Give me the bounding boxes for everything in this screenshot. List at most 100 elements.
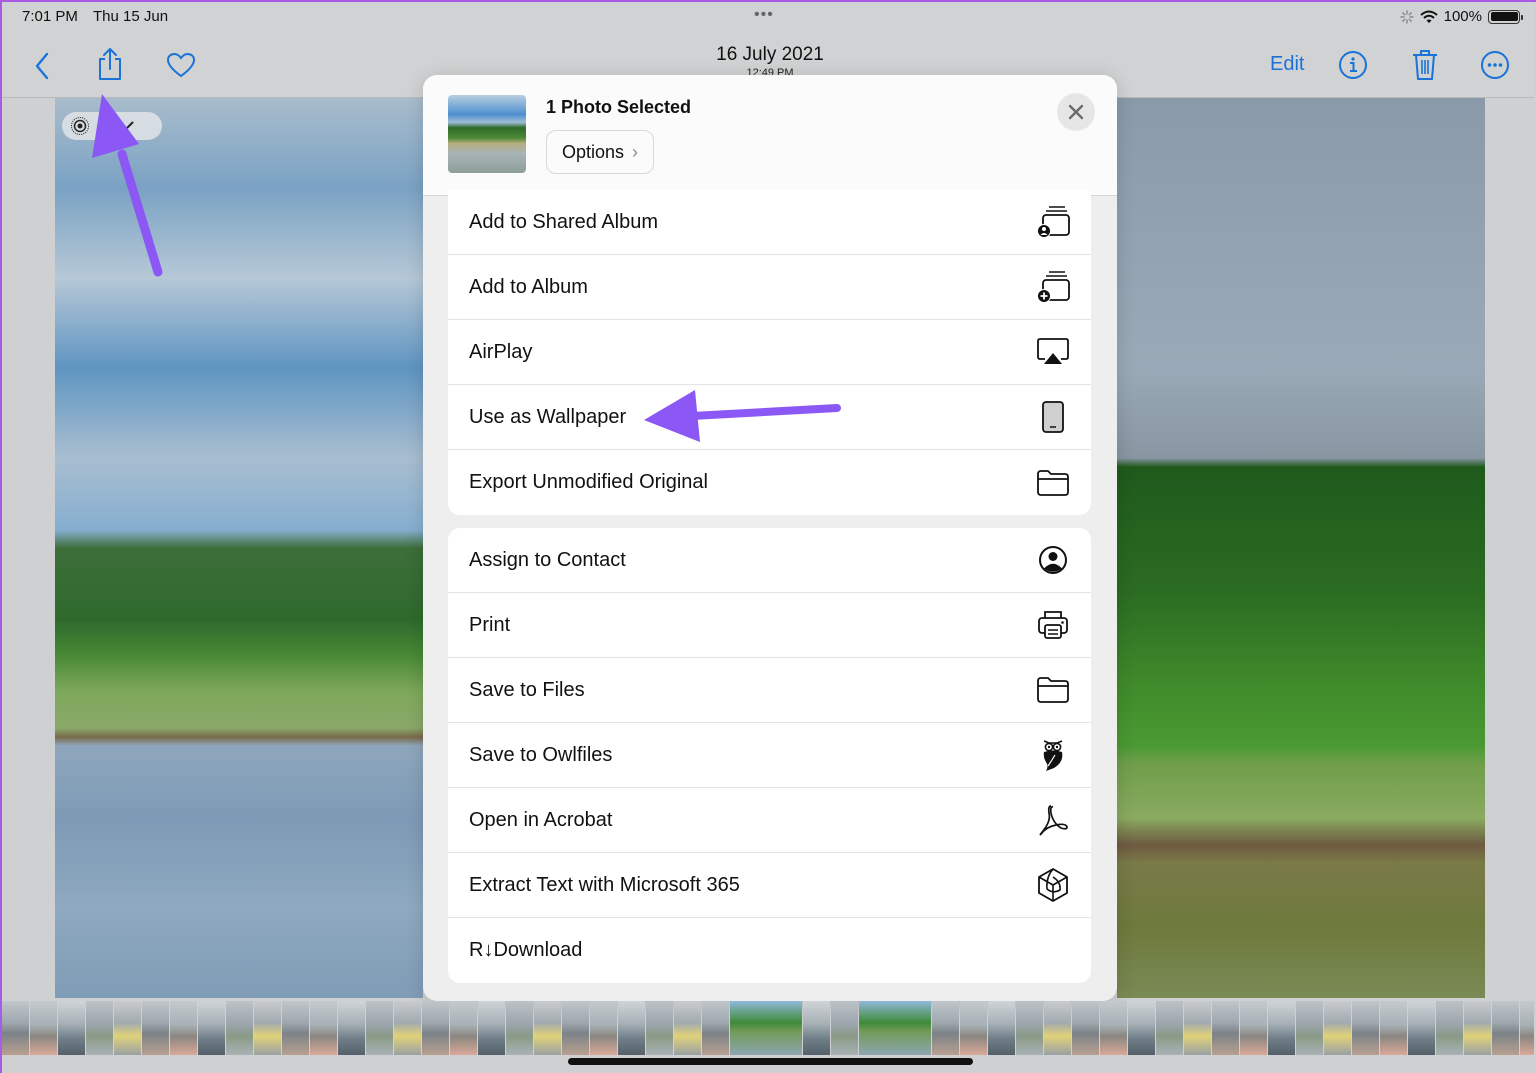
photo-gutter-right	[1485, 98, 1536, 998]
action-use-as-wallpaper[interactable]: Use as Wallpaper	[448, 385, 1091, 450]
share-sheet: 1 Photo Selected Options › Add to Shared…	[423, 75, 1117, 1001]
filmstrip-thumbnail[interactable]	[1352, 1001, 1379, 1055]
filmstrip-thumbnail[interactable]	[803, 1001, 830, 1055]
filmstrip-thumbnail[interactable]	[1492, 1001, 1519, 1055]
filmstrip-thumbnail[interactable]	[831, 1001, 858, 1055]
action-label: Extract Text with Microsoft 365	[469, 873, 740, 896]
filmstrip-thumbnail[interactable]	[58, 1001, 85, 1055]
filmstrip-thumbnail[interactable]	[478, 1001, 505, 1055]
action-add-to-album[interactable]: Add to Album	[448, 255, 1091, 320]
photo-gutter-left	[2, 98, 55, 998]
filmstrip-thumbnail[interactable]	[1296, 1001, 1323, 1055]
filmstrip-thumbnail[interactable]	[590, 1001, 617, 1055]
options-button[interactable]: Options ›	[546, 130, 655, 174]
heart-icon	[166, 52, 196, 78]
filmstrip-thumbnail[interactable]	[859, 1001, 931, 1055]
filmstrip-thumbnail[interactable]	[422, 1001, 449, 1055]
edit-button[interactable]: Edit	[1270, 53, 1304, 76]
share-button[interactable]	[94, 46, 126, 82]
live-photo-icon	[71, 117, 89, 135]
close-button[interactable]	[1057, 93, 1095, 131]
home-indicator[interactable]	[568, 1058, 973, 1065]
filmstrip-thumbnail[interactable]	[170, 1001, 197, 1055]
filmstrip-thumbnail[interactable]	[730, 1001, 802, 1055]
filmstrip-thumbnail[interactable]	[1184, 1001, 1211, 1055]
filmstrip-thumbnail[interactable]	[1044, 1001, 1071, 1055]
info-button[interactable]	[1338, 50, 1368, 80]
action-r-download[interactable]: R↓Download	[448, 918, 1091, 983]
filmstrip-thumbnail[interactable]	[1520, 1001, 1534, 1055]
action-open-in-acrobat[interactable]: Open in Acrobat	[448, 788, 1091, 853]
filmstrip-thumbnail[interactable]	[1072, 1001, 1099, 1055]
action-label: Use as Wallpaper	[469, 405, 627, 428]
filmstrip-thumbnail[interactable]	[1408, 1001, 1435, 1055]
filmstrip-thumbnail[interactable]	[1156, 1001, 1183, 1055]
action-add-to-shared-album[interactable]: Add to Shared Album	[448, 190, 1091, 255]
airplay-icon	[1035, 334, 1071, 370]
filmstrip-thumbnail[interactable]	[1212, 1001, 1239, 1055]
share-icon	[99, 48, 121, 80]
live-photo-toggle[interactable]	[62, 112, 162, 140]
filmstrip-thumbnail[interactable]	[30, 1001, 57, 1055]
filmstrip-thumbnail[interactable]	[310, 1001, 337, 1055]
action-save-to-files[interactable]: Save to Files	[448, 658, 1091, 723]
filmstrip-thumbnail[interactable]	[254, 1001, 281, 1055]
wallpaper-device-icon	[1035, 399, 1071, 435]
filmstrip-thumbnail[interactable]	[1324, 1001, 1351, 1055]
filmstrip-thumbnail[interactable]	[932, 1001, 959, 1055]
filmstrip-thumbnail[interactable]	[142, 1001, 169, 1055]
filmstrip[interactable]	[2, 1001, 1534, 1055]
filmstrip-thumbnail[interactable]	[534, 1001, 561, 1055]
filmstrip-thumbnail[interactable]	[702, 1001, 729, 1055]
filmstrip-thumbnail[interactable]	[960, 1001, 987, 1055]
action-print[interactable]: Print	[448, 593, 1091, 658]
filmstrip-thumbnail[interactable]	[226, 1001, 253, 1055]
photo-date-title: 16 July 2021	[716, 44, 824, 65]
chevron-right-icon: ›	[632, 141, 639, 162]
filmstrip-thumbnail[interactable]	[1268, 1001, 1295, 1055]
action-label: Save to Owlfiles	[469, 743, 613, 766]
filmstrip-thumbnail[interactable]	[1240, 1001, 1267, 1055]
filmstrip-thumbnail[interactable]	[1128, 1001, 1155, 1055]
acrobat-icon	[1035, 802, 1071, 838]
filmstrip-thumbnail[interactable]	[338, 1001, 365, 1055]
photo-left-visible-part[interactable]	[55, 98, 423, 998]
filmstrip-thumbnail[interactable]	[2, 1001, 29, 1055]
filmstrip-thumbnail[interactable]	[646, 1001, 673, 1055]
action-assign-to-contact[interactable]: Assign to Contact	[448, 528, 1091, 593]
filmstrip-thumbnail[interactable]	[1380, 1001, 1407, 1055]
filmstrip-thumbnail[interactable]	[366, 1001, 393, 1055]
filmstrip-thumbnail[interactable]	[394, 1001, 421, 1055]
filmstrip-thumbnail[interactable]	[198, 1001, 225, 1055]
filmstrip-thumbnail[interactable]	[506, 1001, 533, 1055]
photo-right-visible-part[interactable]	[1117, 98, 1485, 998]
filmstrip-thumbnail[interactable]	[1016, 1001, 1043, 1055]
action-export-unmodified-original[interactable]: Export Unmodified Original	[448, 450, 1091, 515]
filmstrip-thumbnail[interactable]	[674, 1001, 701, 1055]
filmstrip-thumbnail[interactable]	[282, 1001, 309, 1055]
filmstrip-thumbnail[interactable]	[988, 1001, 1015, 1055]
action-extract-text-microsoft-365[interactable]: Extract Text with Microsoft 365	[448, 853, 1091, 918]
action-save-to-owlfiles[interactable]: Save to Owlfiles	[448, 723, 1091, 788]
more-icon	[1481, 51, 1509, 79]
filmstrip-thumbnail[interactable]	[1436, 1001, 1463, 1055]
favorite-button[interactable]	[165, 50, 197, 80]
filmstrip-thumbnail[interactable]	[450, 1001, 477, 1055]
chevron-down-icon	[118, 121, 134, 131]
filmstrip-thumbnail[interactable]	[562, 1001, 589, 1055]
action-airplay[interactable]: AirPlay	[448, 320, 1091, 385]
share-sheet-title: 1 Photo Selected	[546, 97, 692, 117]
filmstrip-thumbnail[interactable]	[86, 1001, 113, 1055]
filmstrip-thumbnail[interactable]	[114, 1001, 141, 1055]
more-button[interactable]	[1480, 50, 1510, 80]
printer-icon	[1035, 607, 1071, 643]
action-label: Assign to Contact	[469, 548, 626, 571]
filmstrip-thumbnail[interactable]	[1464, 1001, 1491, 1055]
action-label: Export Unmodified Original	[469, 471, 708, 493]
back-button[interactable]	[30, 51, 54, 81]
filmstrip-thumbnail[interactable]	[618, 1001, 645, 1055]
filmstrip-thumbnail[interactable]	[1100, 1001, 1127, 1055]
delete-button[interactable]	[1410, 48, 1440, 82]
multitask-dots[interactable]: •••	[754, 6, 774, 24]
add-album-icon	[1035, 269, 1071, 305]
